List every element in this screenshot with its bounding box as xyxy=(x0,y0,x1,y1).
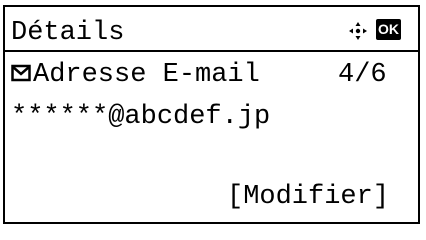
lcd-screen: Détails OK Adresse E-mail 4/6 ******@abc… xyxy=(3,5,420,224)
screen-title: Détails xyxy=(11,18,125,48)
entry-label: Adresse E-mail xyxy=(33,60,260,90)
header-bar: Détails OK xyxy=(5,7,418,52)
ok-key-icon[interactable]: OK xyxy=(376,19,401,40)
entry-label-row: Adresse E-mail xyxy=(11,60,260,90)
page-indicator: 4/6 xyxy=(338,60,387,90)
four-way-navigation-icon xyxy=(349,22,367,40)
modify-softkey-button[interactable]: [Modifier] xyxy=(227,182,389,212)
email-address-value: ******@abcdef.jp xyxy=(11,102,271,132)
envelope-icon xyxy=(11,64,31,82)
